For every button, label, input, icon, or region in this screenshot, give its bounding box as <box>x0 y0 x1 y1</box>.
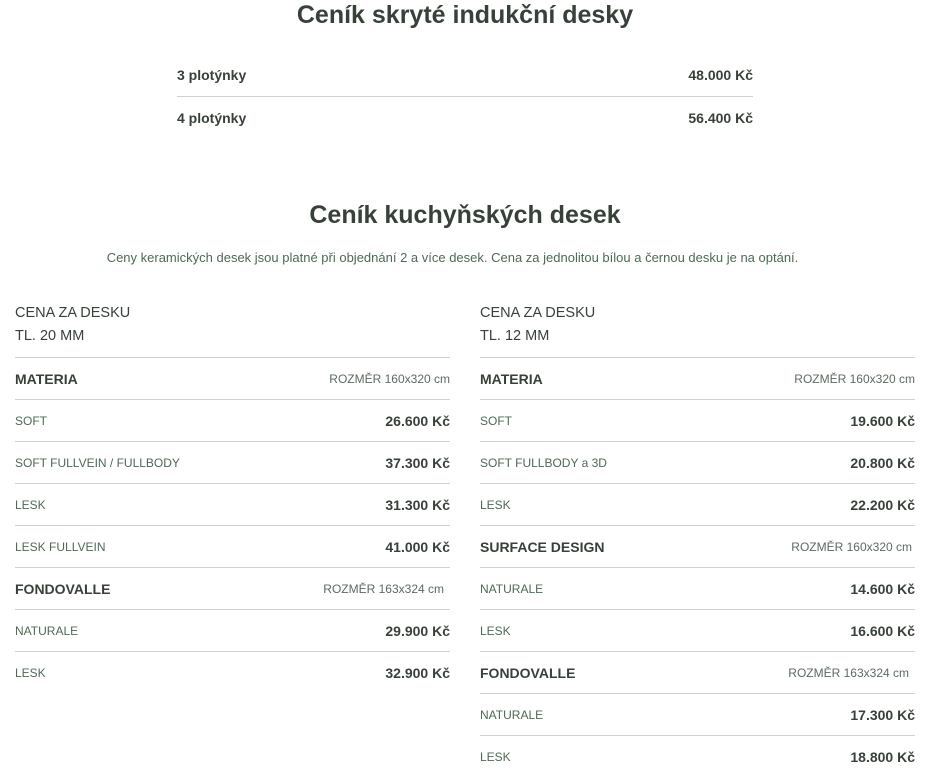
table-row: NATURALE 17.300 Kč <box>480 693 915 735</box>
group-row-materia: MATERIA ROZMĚR 160x320 cm <box>15 357 450 399</box>
column-heading-line2: TL. 20 MM <box>15 328 85 344</box>
table-row: 3 plotýnky 48.000 Kč <box>177 54 753 96</box>
group-size: ROZMĚR 160x320 cm <box>329 371 450 386</box>
item-price: 17.300 Kč <box>850 706 915 723</box>
item-price: 26.600 Kč <box>385 412 450 429</box>
group-name: MATERIA <box>480 370 543 387</box>
row-price: 56.400 Kč <box>688 110 753 126</box>
column-heading: CENA ZA DESKU TL. 12 MM <box>480 302 915 357</box>
price-column-12mm: CENA ZA DESKU TL. 12 MM MATERIA ROZMĚR 1… <box>480 302 915 777</box>
column-heading-line1: CENA ZA DESKU <box>15 305 131 321</box>
item-price: 29.900 Kč <box>385 622 450 639</box>
item-price: 41.000 Kč <box>385 538 450 555</box>
item-price: 22.200 Kč <box>850 496 915 513</box>
column-heading-line2: TL. 12 MM <box>480 328 550 344</box>
hob-price-table: 3 plotýnky 48.000 Kč 4 plotýnky 56.400 K… <box>177 54 753 139</box>
group-name: SURFACE DESIGN <box>480 538 605 555</box>
countertop-price-title: Ceník kuchyňských desek <box>309 201 621 229</box>
group-row-surface-design: SURFACE DESIGN ROZMĚR 160x320 cm <box>480 525 915 567</box>
item-price: 32.900 Kč <box>385 664 450 681</box>
item-price: 16.600 Kč <box>850 622 915 639</box>
item-name: LESK <box>15 497 46 512</box>
item-name: LESK <box>480 623 511 638</box>
hob-price-title: Ceník skryté indukční desky <box>296 1 634 29</box>
table-row: NATURALE 14.600 Kč <box>480 567 915 609</box>
item-name: LESK <box>480 749 511 764</box>
table-row: NATURALE 29.900 Kč <box>15 609 450 651</box>
row-label: 3 plotýnky <box>177 67 247 83</box>
table-row: LESK 32.900 Kč <box>15 651 450 693</box>
table-row: LESK 31.300 Kč <box>15 483 450 525</box>
price-note: Ceny keramických desek jsou platné při o… <box>106 250 799 265</box>
table-row: LESK 22.200 Kč <box>480 483 915 525</box>
item-name: LESK FULLVEIN <box>15 539 106 554</box>
group-size: ROZMĚR 163x324 cm <box>323 581 444 596</box>
group-size: ROZMĚR 160x320 cm <box>791 539 912 554</box>
item-name: NATURALE <box>480 707 544 722</box>
item-price: 14.600 Kč <box>850 580 915 597</box>
row-label: 4 plotýnky <box>177 110 247 126</box>
table-row: SOFT 26.600 Kč <box>15 399 450 441</box>
item-name: SOFT FULLVEIN / FULLBODY <box>15 455 180 470</box>
row-price: 48.000 Kč <box>688 67 753 83</box>
table-row: SOFT FULLBODY a 3D 20.800 Kč <box>480 441 915 483</box>
group-name: FONDOVALLE <box>15 580 111 597</box>
group-row-materia: MATERIA ROZMĚR 160x320 cm <box>480 357 915 399</box>
item-name: SOFT <box>480 413 512 428</box>
item-name: NATURALE <box>15 623 79 638</box>
column-heading-line1: CENA ZA DESKU <box>480 305 596 321</box>
item-name: SOFT FULLBODY a 3D <box>480 455 607 470</box>
table-row: SOFT FULLVEIN / FULLBODY 37.300 Kč <box>15 441 450 483</box>
group-row-fondovalle: FONDOVALLE ROZMĚR 163x324 cm <box>15 567 450 609</box>
group-name: MATERIA <box>15 370 78 387</box>
table-row: SOFT 19.600 Kč <box>480 399 915 441</box>
item-price: 31.300 Kč <box>385 496 450 513</box>
item-name: NATURALE <box>480 581 544 596</box>
table-row: LESK 18.800 Kč <box>480 735 915 777</box>
item-price: 20.800 Kč <box>850 454 915 471</box>
item-price: 19.600 Kč <box>850 412 915 429</box>
table-row: 4 plotýnky 56.400 Kč <box>177 96 753 139</box>
group-size: ROZMĚR 160x320 cm <box>794 371 915 386</box>
item-price: 18.800 Kč <box>850 748 915 765</box>
item-name: LESK <box>15 665 46 680</box>
table-row: LESK FULLVEIN 41.000 Kč <box>15 525 450 567</box>
group-name: FONDOVALLE <box>480 664 576 681</box>
item-price: 37.300 Kč <box>385 454 450 471</box>
column-heading: CENA ZA DESKU TL. 20 MM <box>15 302 450 357</box>
item-name: LESK <box>480 497 511 512</box>
group-row-fondovalle: FONDOVALLE ROZMĚR 163x324 cm <box>480 651 915 693</box>
item-name: SOFT <box>15 413 47 428</box>
price-column-20mm: CENA ZA DESKU TL. 20 MM MATERIA ROZMĚR 1… <box>15 302 450 693</box>
table-row: LESK 16.600 Kč <box>480 609 915 651</box>
group-size: ROZMĚR 163x324 cm <box>788 665 909 680</box>
